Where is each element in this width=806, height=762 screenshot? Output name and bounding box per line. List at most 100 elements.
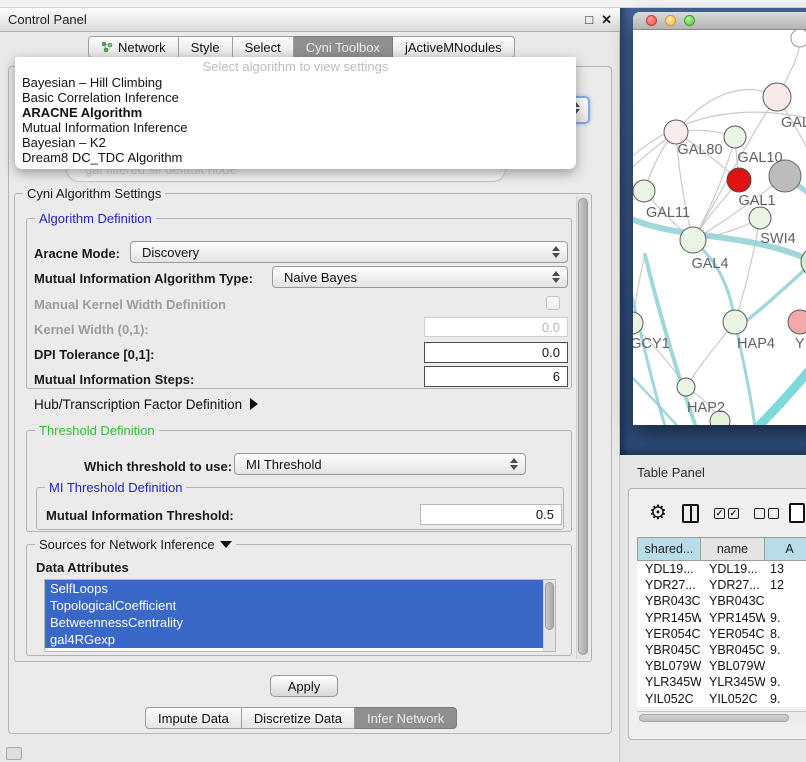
node-hap2[interactable] [677, 378, 695, 396]
column-header-shared[interactable]: shared... [637, 537, 701, 561]
node-label: GCY1 [633, 336, 670, 352]
expanded-arrow-icon[interactable] [220, 541, 232, 548]
tab-impute-data[interactable]: Impute Data [145, 707, 242, 729]
algorithm-dropdown-list: Select algorithm to view settings Bayesi… [15, 57, 576, 169]
node-gal1[interactable] [749, 207, 771, 229]
table-row[interactable]: YDR27...YDR27...12 [637, 577, 806, 593]
list-item[interactable]: gal4RGexp [45, 631, 543, 648]
table-row[interactable]: YBR045CYBR045C9. [637, 642, 806, 658]
mi-threshold-label: Mutual Information Threshold: [46, 508, 234, 523]
node-table-container: ⚙ ✓✓ shared... name A YDL19...YDL19...13… [628, 488, 806, 740]
dropdown-placeholder: Select algorithm to view settings [15, 59, 576, 75]
node-unlabeled[interactable] [791, 30, 806, 47]
which-threshold-combo[interactable]: MI Threshold [234, 453, 526, 475]
list-item[interactable]: SelfLoops [45, 580, 543, 597]
mi-algorithm-type-combo[interactable]: Naive Bayes [272, 266, 568, 288]
column-header-partial[interactable]: A [765, 537, 806, 561]
columns-icon[interactable] [682, 504, 699, 523]
settings-vertical-scrollbar[interactable] [576, 196, 589, 659]
dropdown-item-bayesian-k2[interactable]: Bayesian – K2 [15, 135, 576, 150]
dropdown-item-aracne[interactable]: ARACNE Algorithm [15, 105, 576, 120]
table-row[interactable]: YBL079WYBL079W [637, 658, 806, 674]
list-item[interactable]: TopologicalCoefficient [45, 597, 543, 614]
cyni-algorithm-settings-legend: Cyni Algorithm Settings [23, 186, 165, 201]
close-panel-icon[interactable]: ✕ [601, 12, 612, 28]
close-window-icon[interactable] [646, 15, 657, 26]
network-canvas[interactable]: GAL80 GAL10 GAL11 GAL1 SWI4 GAL4 GCY1 HA… [633, 30, 806, 425]
node-red-highlight[interactable] [727, 168, 751, 192]
new-table-icon[interactable] [789, 503, 805, 523]
table-row[interactable]: YER054CYER054C8. [637, 626, 806, 642]
mi-threshold-definition-legend: MI Threshold Definition [45, 480, 186, 495]
hub-transcription-section[interactable]: Hub/Transcription Factor Definition [34, 397, 258, 412]
aracne-mode-combo[interactable]: Discovery [130, 241, 568, 263]
tab-network[interactable]: Network [88, 36, 179, 58]
node-salmon[interactable] [788, 310, 806, 334]
mi-steps-input[interactable]: 6 [424, 366, 568, 387]
apply-button[interactable]: Apply [270, 675, 338, 697]
tab-select[interactable]: Select [233, 36, 294, 58]
node-label: SWI4 [760, 231, 795, 247]
sources-legend[interactable]: Sources for Network Inference [35, 537, 236, 552]
top-strip [0, 0, 806, 8]
dropdown-item-basic-correlation[interactable]: Basic Correlation Inference [15, 90, 576, 105]
manual-kernel-width-checkbox[interactable] [546, 296, 560, 310]
node-gal-partial[interactable] [763, 83, 791, 111]
bottom-tabbar: Impute Data Discretize Data Infer Networ… [145, 707, 457, 729]
table-horizontal-scrollbar-thumb[interactable] [639, 714, 789, 722]
zoom-window-icon[interactable] [684, 15, 695, 26]
tab-discretize-data[interactable]: Discretize Data [242, 707, 355, 729]
table-row[interactable]: YPR145WYPR145W9. [637, 610, 806, 626]
control-panel-header: Control Panel □ ✕ [0, 8, 620, 32]
tab-jactivemnodules[interactable]: jActiveMNodules [393, 36, 515, 58]
attributes-list-scrollbar[interactable] [543, 580, 555, 651]
tab-style[interactable]: Style [179, 36, 233, 58]
kernel-width-input[interactable]: 0.0 [424, 317, 568, 337]
settings-vertical-scrollbar-thumb[interactable] [578, 198, 588, 655]
node-gal4[interactable] [680, 227, 706, 253]
table-toolbar: ⚙ ✓✓ [629, 489, 806, 537]
table-row[interactable]: YBR043CYBR043C [637, 593, 806, 609]
gear-icon[interactable]: ⚙ [649, 503, 667, 523]
attributes-list-scrollbar-thumb[interactable] [545, 582, 554, 630]
table-row[interactable]: YLR345WYLR345W9. [637, 674, 806, 690]
node-gal10[interactable] [724, 126, 746, 148]
dropdown-item-mutual-information[interactable]: Mutual Information Inference [15, 120, 576, 135]
tab-cyni-toolbox[interactable]: Cyni Toolbox [294, 36, 393, 58]
table-body: YDL19...YDL19...13 YDR27...YDR27...12 YB… [637, 561, 806, 707]
dropdown-item-dream8[interactable]: Dream8 DC_TDC Algorithm [15, 150, 576, 165]
combo-stepper-icon [510, 458, 518, 470]
select-all-checks-icon[interactable]: ✓✓ [714, 508, 739, 519]
which-threshold-value: MI Threshold [246, 457, 322, 472]
panel-grip-icon[interactable] [6, 747, 22, 760]
data-attributes-list[interactable]: SelfLoops TopologicalCoefficient Between… [44, 579, 556, 652]
node-hap4[interactable] [723, 310, 747, 334]
network-icon [101, 41, 113, 53]
node-label: GAL80 [677, 142, 722, 158]
threshold-definition-legend: Threshold Definition [35, 423, 159, 438]
combo-stepper-icon [552, 246, 560, 258]
table-row[interactable]: YIL052CYIL052C9. [637, 691, 806, 707]
minimize-window-icon[interactable] [665, 15, 676, 26]
table-row[interactable]: YDL19...YDL19...13 [637, 561, 806, 577]
list-item[interactable]: BetweennessCentrality [45, 614, 543, 631]
dpi-tolerance-input[interactable]: 0.0 [424, 342, 568, 363]
mi-algorithm-type-value: Naive Bayes [284, 270, 357, 285]
network-window[interactable]: GAL80 GAL10 GAL11 GAL1 SWI4 GAL4 GCY1 HA… [633, 12, 806, 425]
algorithm-definition-legend: Algorithm Definition [35, 211, 156, 226]
hub-transcription-label: Hub/Transcription Factor Definition [34, 397, 242, 412]
node-gal11[interactable] [633, 180, 655, 202]
dropdown-item-bayesian-hill-climbing[interactable]: Bayesian – Hill Climbing [15, 75, 576, 90]
float-window-icon[interactable]: □ [585, 12, 593, 28]
deselect-all-checks-icon[interactable] [754, 508, 779, 519]
collapsed-arrow-icon[interactable] [250, 398, 258, 410]
column-header-name[interactable]: name [701, 537, 765, 561]
tab-infer-network[interactable]: Infer Network [355, 707, 457, 729]
node-label: GAL [781, 115, 806, 131]
table-horizontal-scrollbar[interactable] [637, 711, 806, 724]
mi-threshold-input[interactable]: 0.5 [420, 504, 562, 525]
combo-stepper-icon [552, 271, 560, 283]
table-panel: Table Panel ⚙ ✓✓ shared... name A YDL19.… [620, 455, 806, 762]
network-window-titlebar[interactable] [633, 12, 806, 30]
node-gal80[interactable] [664, 120, 688, 144]
